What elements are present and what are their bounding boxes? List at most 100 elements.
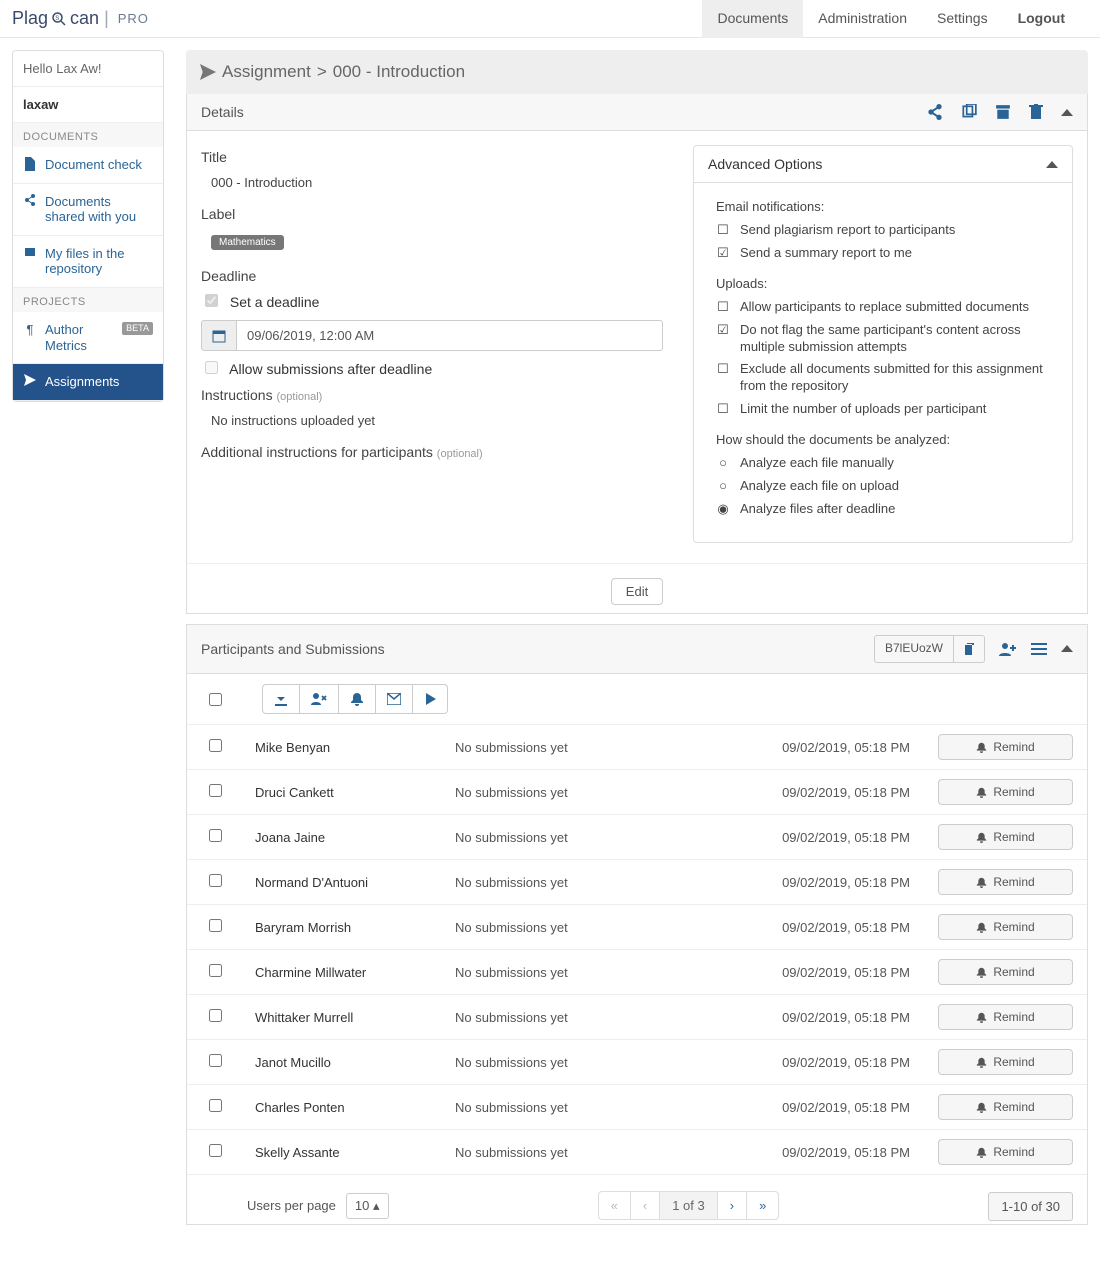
table-row: Joana JaineNo submissions yet09/02/2019,… <box>187 815 1087 860</box>
trash-icon[interactable] <box>1029 104 1043 120</box>
submission-status: No submissions yet <box>455 875 700 890</box>
collapse-icon[interactable] <box>1046 161 1058 168</box>
remind-button[interactable]: Remind <box>938 1049 1073 1075</box>
pager-first[interactable]: « <box>599 1192 631 1219</box>
tab-documents[interactable]: Documents <box>702 0 803 38</box>
archive-icon[interactable] <box>995 104 1011 120</box>
bulk-actions <box>187 674 1087 725</box>
sidebar-my-files[interactable]: My files in the repository <box>13 236 163 288</box>
remind-button[interactable]: Remind <box>938 1094 1073 1120</box>
select-all-checkbox[interactable] <box>209 693 222 706</box>
remind-button[interactable]: Remind <box>938 1139 1073 1165</box>
remind-button[interactable]: Remind <box>938 869 1073 895</box>
row-checkbox[interactable] <box>209 874 222 887</box>
sidebar-author-metrics[interactable]: ¶ Author Metrics BETA <box>13 312 163 364</box>
pager-prev[interactable]: ‹ <box>631 1192 660 1219</box>
remind-button[interactable]: Remind <box>938 824 1073 850</box>
tab-administration[interactable]: Administration <box>803 0 922 38</box>
submission-date: 09/02/2019, 05:18 PM <box>700 740 910 755</box>
radio-off-icon: ○ <box>716 478 730 495</box>
pager-current: 1 of 3 <box>660 1192 718 1219</box>
checked-icon: ☑ <box>716 245 730 262</box>
email-notif-heading: Email notifications: <box>716 199 1050 214</box>
row-checkbox[interactable] <box>209 1009 222 1022</box>
pager-range: 1-10 of 30 <box>988 1192 1073 1221</box>
email-button[interactable] <box>376 684 413 714</box>
remind-button[interactable]: Remind <box>938 1004 1073 1030</box>
row-checkbox[interactable] <box>209 829 222 842</box>
remind-button[interactable]: Remind <box>938 914 1073 940</box>
crumb-assignment[interactable]: Assignment <box>222 62 311 82</box>
table-row: Normand D'AntuoniNo submissions yet09/02… <box>187 860 1087 905</box>
radio-off-icon: ○ <box>716 455 730 472</box>
submission-date: 09/02/2019, 05:18 PM <box>700 965 910 980</box>
set-deadline-checkbox[interactable] <box>205 294 218 307</box>
instructions-value: No instructions uploaded yet <box>211 413 663 428</box>
submission-date: 09/02/2019, 05:18 PM <box>700 1145 910 1160</box>
pager-last[interactable]: » <box>747 1192 778 1219</box>
participants-table: Mike BenyanNo submissions yet09/02/2019,… <box>187 725 1087 1175</box>
row-checkbox[interactable] <box>209 1054 222 1067</box>
deadline-input[interactable] <box>236 320 663 351</box>
participant-name: Joana Jaine <box>255 830 455 845</box>
row-checkbox[interactable] <box>209 964 222 977</box>
participant-name: Charles Ponten <box>255 1100 455 1115</box>
collapse-icon[interactable] <box>1061 109 1073 116</box>
sidebar-assignments[interactable]: Assignments <box>13 364 163 401</box>
table-row: Druci CankettNo submissions yet09/02/201… <box>187 770 1087 815</box>
copy-code-button[interactable] <box>954 635 985 663</box>
sidebar: Hello Lax Aw! laxaw DOCUMENTS Document c… <box>12 50 164 402</box>
submission-status: No submissions yet <box>455 1055 700 1070</box>
submission-status: No submissions yet <box>455 740 700 755</box>
sidebar-docs-shared[interactable]: Documents shared with you <box>13 184 163 236</box>
collapse-icon[interactable] <box>1061 645 1073 652</box>
table-row: Skelly AssanteNo submissions yet09/02/20… <box>187 1130 1087 1175</box>
edit-button[interactable]: Edit <box>611 578 663 605</box>
calendar-icon[interactable] <box>201 320 236 351</box>
submission-status: No submissions yet <box>455 1100 700 1115</box>
submission-status: No submissions yet <box>455 1010 700 1025</box>
share-icon[interactable] <box>927 104 943 120</box>
row-checkbox[interactable] <box>209 739 222 752</box>
table-row: Baryram MorrishNo submissions yet09/02/2… <box>187 905 1087 950</box>
download-button[interactable] <box>262 684 300 714</box>
tab-logout[interactable]: Logout <box>1003 0 1080 38</box>
sidebar-item-label: Document check <box>45 157 142 173</box>
deadline-input-group <box>201 320 663 351</box>
set-deadline-row: Set a deadline <box>205 294 663 310</box>
add-user-icon[interactable] <box>999 641 1017 657</box>
sidebar-username[interactable]: laxaw <box>13 87 163 123</box>
submission-date: 09/02/2019, 05:18 PM <box>700 830 910 845</box>
unchecked-icon: ☐ <box>716 222 730 239</box>
send-icon <box>200 64 216 80</box>
details-panel: Details Title 000 - Introduction Label M… <box>186 94 1088 614</box>
sidebar-doc-check[interactable]: Document check <box>13 147 163 184</box>
magnifier-s-icon: S <box>50 10 68 28</box>
list-icon[interactable] <box>1031 642 1047 656</box>
pager-next[interactable]: › <box>718 1192 747 1219</box>
crumb-name: 000 - Introduction <box>333 62 465 82</box>
remind-button[interactable]: Remind <box>938 734 1073 760</box>
remind-button[interactable]: Remind <box>938 779 1073 805</box>
table-row: Mike BenyanNo submissions yet09/02/2019,… <box>187 725 1087 770</box>
row-checkbox[interactable] <box>209 1144 222 1157</box>
remove-user-button[interactable] <box>300 684 339 714</box>
row-checkbox[interactable] <box>209 784 222 797</box>
remind-button[interactable]: Remind <box>938 959 1073 985</box>
details-header: Details <box>187 94 1087 131</box>
assignment-code: B7lEUozW <box>874 635 954 663</box>
participant-name: Janot Mucillo <box>255 1055 455 1070</box>
row-checkbox[interactable] <box>209 1099 222 1112</box>
paragraph-icon: ¶ <box>23 322 37 338</box>
row-checkbox[interactable] <box>209 919 222 932</box>
logo-pro: PRO <box>118 11 149 26</box>
unchecked-icon: ☐ <box>716 361 730 378</box>
remind-bulk-button[interactable] <box>339 684 376 714</box>
play-button[interactable] <box>413 684 448 714</box>
copy-icon[interactable] <box>961 104 977 120</box>
per-page-select[interactable]: 10 ▴ <box>346 1193 389 1219</box>
logo-text-2: can <box>70 8 99 29</box>
allow-after-checkbox[interactable] <box>205 361 218 374</box>
participants-panel: Participants and Submissions B7lEUozW <box>186 624 1088 1225</box>
tab-settings[interactable]: Settings <box>922 0 1003 38</box>
